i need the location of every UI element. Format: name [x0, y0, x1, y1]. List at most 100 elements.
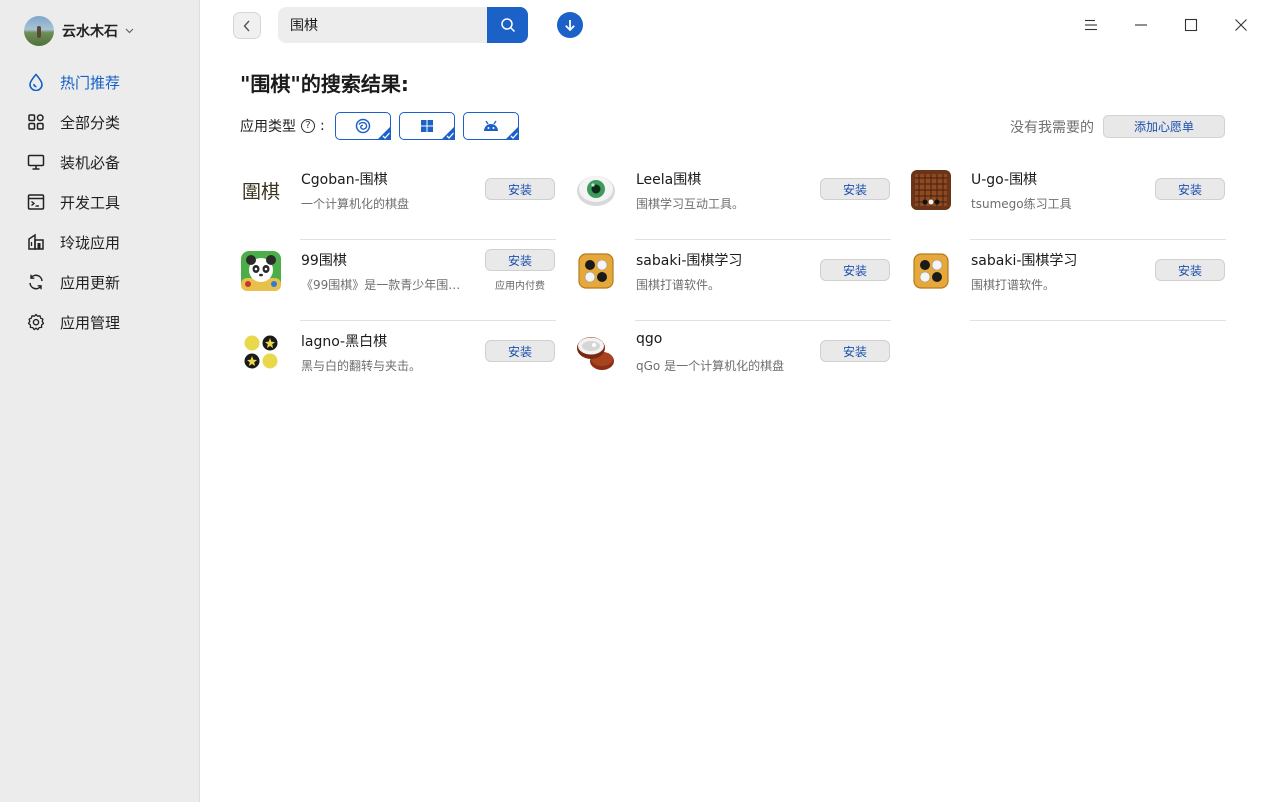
sidebar-item-label: 全部分类: [60, 113, 121, 132]
app-name: U-go-围棋: [971, 172, 1038, 188]
chevron-down-icon: [124, 26, 134, 36]
sidebar-item-linglong[interactable]: 玲珑应用: [0, 222, 200, 262]
app-card-sabaki-2[interactable]: sabaki-围棋学习 围棋打谱软件。 安装: [910, 241, 1226, 321]
back-button[interactable]: [233, 12, 261, 39]
install-button[interactable]: 安装: [485, 249, 555, 271]
app-card-99weiqi[interactable]: 99围棋 《99围棋》是一款青少年围… 安装 应用内付费: [240, 241, 556, 321]
install-button[interactable]: 安装: [485, 178, 555, 200]
app-description: 黑与白的翻转与夹击。: [301, 359, 422, 373]
add-wishlist-button[interactable]: 添加心愿单: [1103, 115, 1225, 138]
menu-button[interactable]: [1078, 12, 1104, 38]
app-card-lagno[interactable]: lagno-黑白棋 黑与白的翻转与夹击。 安装: [240, 322, 556, 402]
arrow-down-icon: [565, 20, 575, 32]
app-name: lagno-黑白棋: [301, 334, 388, 350]
app-name: qgo: [636, 331, 663, 347]
divider: [635, 320, 891, 321]
sidebar-item-label: 热门推荐: [60, 73, 121, 92]
user-menu[interactable]: 云水木石: [24, 16, 134, 46]
install-button[interactable]: 安装: [820, 340, 890, 362]
search-input[interactable]: [278, 7, 487, 43]
search-button[interactable]: [487, 7, 528, 43]
user-name: 云水木石: [62, 24, 118, 40]
sidebar-item-essentials[interactable]: 装机必备: [0, 142, 200, 182]
filter-label: 应用类型: [240, 119, 296, 135]
divider: [635, 239, 891, 240]
sidebar-item-label: 应用管理: [60, 313, 121, 332]
sidebar-item-label: 玲珑应用: [60, 233, 121, 252]
minimize-icon: [1135, 24, 1147, 26]
filter-windows-toggle[interactable]: [398, 112, 455, 140]
minimize-button[interactable]: [1128, 12, 1154, 38]
sidebar-item-hot[interactable]: 热门推荐: [0, 62, 200, 102]
divider: [300, 239, 556, 240]
app-description: qGo 是一个计算机化的棋盘: [636, 359, 785, 373]
checkmark-icon: [376, 126, 391, 140]
install-button[interactable]: 安装: [820, 178, 890, 200]
filter-deepin-toggle[interactable]: [334, 112, 391, 140]
sidebar-item-manage[interactable]: 应用管理: [0, 302, 200, 342]
checkmark-icon: [504, 126, 519, 140]
app-name: sabaki-围棋学习: [971, 253, 1078, 269]
sidebar-item-label: 开发工具: [60, 193, 121, 212]
download-button[interactable]: [557, 12, 583, 38]
install-button[interactable]: 安装: [820, 259, 890, 281]
sidebar-item-label: 装机必备: [60, 153, 121, 172]
app-description: tsumego练习工具: [971, 197, 1072, 211]
panda-logo-icon: [240, 250, 282, 292]
app-card-cgoban[interactable]: 圍棋 Cgoban-围棋 一个计算机化的棋盘 安装: [240, 160, 556, 240]
app-type-filter: 应用类型 ? :: [240, 112, 519, 140]
sidebar-item-updates[interactable]: 应用更新: [0, 262, 200, 302]
filter-android-toggle[interactable]: [462, 112, 519, 140]
chevron-left-icon: [243, 20, 250, 31]
sidebar-item-label: 应用更新: [60, 273, 121, 292]
app-card-qgo[interactable]: qgo qGo 是一个计算机化的棋盘 安装: [575, 322, 891, 402]
app-card-sabaki[interactable]: sabaki-围棋学习 围棋打谱软件。 安装: [575, 241, 891, 321]
terminal-icon: [26, 192, 46, 212]
app-description: 一个计算机化的棋盘: [301, 197, 410, 211]
qgo-logo-icon: [575, 331, 617, 373]
lagno-logo-icon: [240, 331, 282, 373]
app-name: 99围棋: [301, 253, 347, 269]
windows-logo-icon: [420, 120, 433, 132]
divider: [300, 320, 556, 321]
install-button[interactable]: 安装: [485, 340, 555, 362]
close-button[interactable]: [1228, 12, 1254, 38]
filter-colon: :: [320, 118, 325, 134]
app-card-leela[interactable]: Leela围棋 围棋学习互动工具。 安装: [575, 160, 891, 240]
settings-icon: [26, 312, 46, 332]
maximize-button[interactable]: [1178, 12, 1204, 38]
app-card-ugo[interactable]: U-go-围棋 tsumego练习工具 安装: [910, 160, 1226, 240]
cgoban-logo-text: 圍棋: [241, 180, 280, 203]
page-title: "围棋"的搜索结果:: [240, 72, 409, 96]
close-icon: [1235, 19, 1247, 31]
building-icon: [26, 232, 46, 252]
app-name: sabaki-围棋学习: [636, 253, 743, 269]
wishlist-prompt: 没有我需要的: [1010, 120, 1094, 136]
checkmark-icon: [440, 126, 455, 140]
avatar: [24, 16, 54, 46]
sidebar-item-dev-tools[interactable]: 开发工具: [0, 182, 200, 222]
cgoban-logo-icon: 圍棋: [240, 169, 282, 211]
app-name: Cgoban-围棋: [301, 172, 388, 188]
grid-icon: [26, 112, 46, 132]
divider: [970, 239, 1226, 240]
search-icon: [500, 18, 515, 33]
app-description: 围棋打谱软件。: [636, 278, 721, 292]
deepin-logo-icon: [355, 118, 370, 134]
app-description: 《99围棋》是一款青少年围…: [301, 278, 461, 292]
android-logo-icon: [483, 120, 498, 131]
help-icon[interactable]: ?: [301, 119, 315, 133]
sabaki-logo-icon: [575, 250, 617, 292]
refresh-icon: [26, 272, 46, 292]
install-button[interactable]: 安装: [1155, 259, 1225, 281]
app-name: Leela围棋: [636, 172, 702, 188]
sidebar-item-all-categories[interactable]: 全部分类: [0, 102, 200, 142]
sidebar: 云水木石 热门推荐 全部分类 装机必备 开发工具 玲珑应用 应用更新 应用管理: [0, 0, 200, 802]
app-description: 围棋打谱软件。: [971, 278, 1056, 292]
search-box: [278, 7, 528, 43]
monitor-icon: [26, 152, 46, 172]
maximize-icon: [1184, 18, 1198, 32]
hamburger-menu-icon: [1085, 19, 1097, 31]
in-app-purchase-note: 应用内付费: [495, 281, 545, 292]
install-button[interactable]: 安装: [1155, 178, 1225, 200]
